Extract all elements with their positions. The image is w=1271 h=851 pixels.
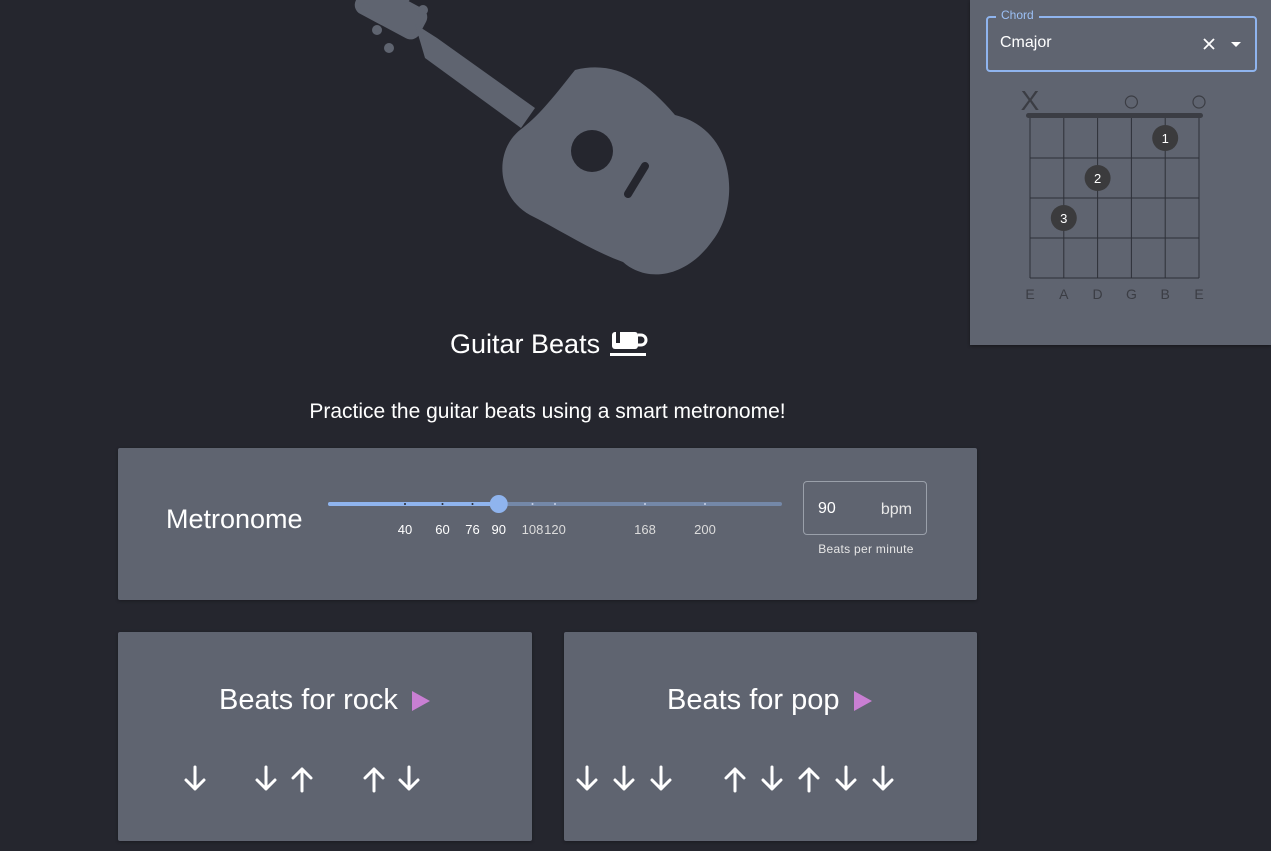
- string-name-label: E: [1194, 286, 1203, 302]
- bpm-slider[interactable]: 40 60 76 90 108 120 168 200: [328, 492, 782, 537]
- chord-input[interactable]: [1000, 34, 1180, 52]
- rock-beats-title: Beats for rock: [219, 684, 398, 716]
- finger-number: 3: [1060, 211, 1067, 226]
- pop-beats-title: Beats for pop: [667, 684, 840, 716]
- chord-diagram: X 1 2 3 E A D G B E: [1021, 85, 1206, 302]
- string-name-label: E: [1025, 286, 1034, 302]
- rock-beats-heading: Beats for rock: [219, 684, 432, 717]
- arrow-down-icon: [398, 765, 420, 791]
- slider-tick: [404, 503, 406, 505]
- string-name-label: G: [1126, 286, 1137, 302]
- arrow-down-icon: [576, 765, 598, 791]
- muted-string-marker: X: [1021, 85, 1040, 116]
- slider-tick-label: 168: [634, 522, 656, 537]
- arrow-down-icon: [255, 765, 277, 791]
- guitar-icon: [354, 0, 730, 275]
- slider-tick-label: 120: [544, 522, 566, 537]
- bpm-field[interactable]: bpm: [803, 481, 927, 535]
- chord-label: Chord: [996, 8, 1039, 22]
- slider-tick-label: 90: [491, 522, 506, 537]
- open-string-marker: [1124, 95, 1138, 109]
- arrow-down-icon: [872, 765, 894, 791]
- slider-tick-label: 40: [397, 522, 413, 537]
- string-name-label: D: [1093, 286, 1103, 302]
- chord-select[interactable]: Chord: [986, 8, 1257, 72]
- slider-thumb[interactable]: [489, 495, 508, 513]
- play-icon[interactable]: [410, 689, 432, 713]
- string-name-label: A: [1059, 286, 1069, 302]
- string-name-label: B: [1161, 286, 1170, 302]
- arrow-up-icon: [291, 767, 313, 793]
- slider-tick: [554, 503, 556, 505]
- play-icon[interactable]: [852, 689, 874, 713]
- arrow-down-icon: [835, 765, 857, 791]
- arrow-up-icon: [724, 767, 746, 793]
- finger-number: 2: [1094, 171, 1101, 186]
- pop-beats-heading: Beats for pop: [667, 684, 874, 717]
- bpm-input[interactable]: [818, 500, 868, 518]
- arrow-down-icon: [761, 765, 783, 791]
- coffee-cup-icon: [610, 332, 648, 356]
- slider-tick-label: 200: [694, 522, 716, 537]
- page-title: Guitar Beats: [450, 324, 648, 364]
- slider-tick-label: 76: [465, 522, 480, 537]
- bpm-unit: bpm: [880, 501, 912, 518]
- page-subtitle: Practice the guitar beats using a smart …: [309, 400, 786, 423]
- slider-tick-label: 108: [521, 522, 544, 537]
- open-string-marker: [1192, 95, 1206, 109]
- arrow-down-icon: [184, 765, 206, 791]
- slider-tick: [471, 503, 474, 505]
- caret-down-icon[interactable]: [1227, 36, 1245, 52]
- metronome-label: Metronome: [166, 504, 303, 534]
- arrow-up-icon: [363, 767, 384, 793]
- metronome-card: Metronome 40 60 76 90 108120 168 200 bpm Beats…: [118, 448, 977, 600]
- close-icon[interactable]: [1199, 34, 1219, 54]
- slider-tick: [644, 503, 646, 505]
- arrow-down-icon: [613, 765, 635, 791]
- rock-beats-card: Beats for rock: [118, 632, 532, 841]
- arrow-up-icon: [798, 767, 820, 793]
- arrow-down-icon: [650, 765, 672, 791]
- chord-panel: Chord X 1 2 3 E A D G B E: [970, 0, 1271, 345]
- pop-beats-card: Beats for pop: [564, 632, 977, 841]
- bpm-helper-text: Beats per minute: [818, 542, 914, 556]
- chord-nut: [1026, 113, 1203, 118]
- slider-tick: [441, 503, 444, 505]
- page-title-text: Guitar Beats: [450, 328, 601, 359]
- slider-tick: [704, 503, 706, 505]
- finger-number: 1: [1162, 131, 1169, 146]
- slider-tick-label: 60: [435, 522, 450, 537]
- slider-tick: [531, 503, 534, 505]
